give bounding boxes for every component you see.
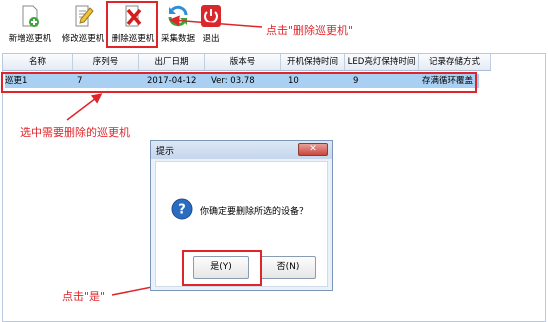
- svg-text:?: ?: [178, 203, 186, 218]
- select-note-arrow: [66, 93, 103, 121]
- dialog-close-button[interactable]: ✕: [298, 143, 328, 156]
- dialog-title: 提示: [156, 147, 175, 157]
- question-icon: ?: [171, 198, 193, 220]
- delete-note-arrow: [169, 15, 263, 28]
- dialog-titlebar[interactable]: 提示 ✕: [151, 141, 332, 159]
- no-button[interactable]: 否(N): [260, 256, 316, 279]
- delete-note: 点击"删除巡更机": [266, 24, 354, 37]
- yes-button-highlight: [182, 250, 262, 286]
- close-icon: ✕: [309, 144, 317, 154]
- dialog-message: 你确定要删除所选的设备？: [200, 207, 309, 217]
- select-note: 选中需要删除的巡更机: [20, 126, 130, 139]
- yes-note: 点击"是": [62, 290, 106, 303]
